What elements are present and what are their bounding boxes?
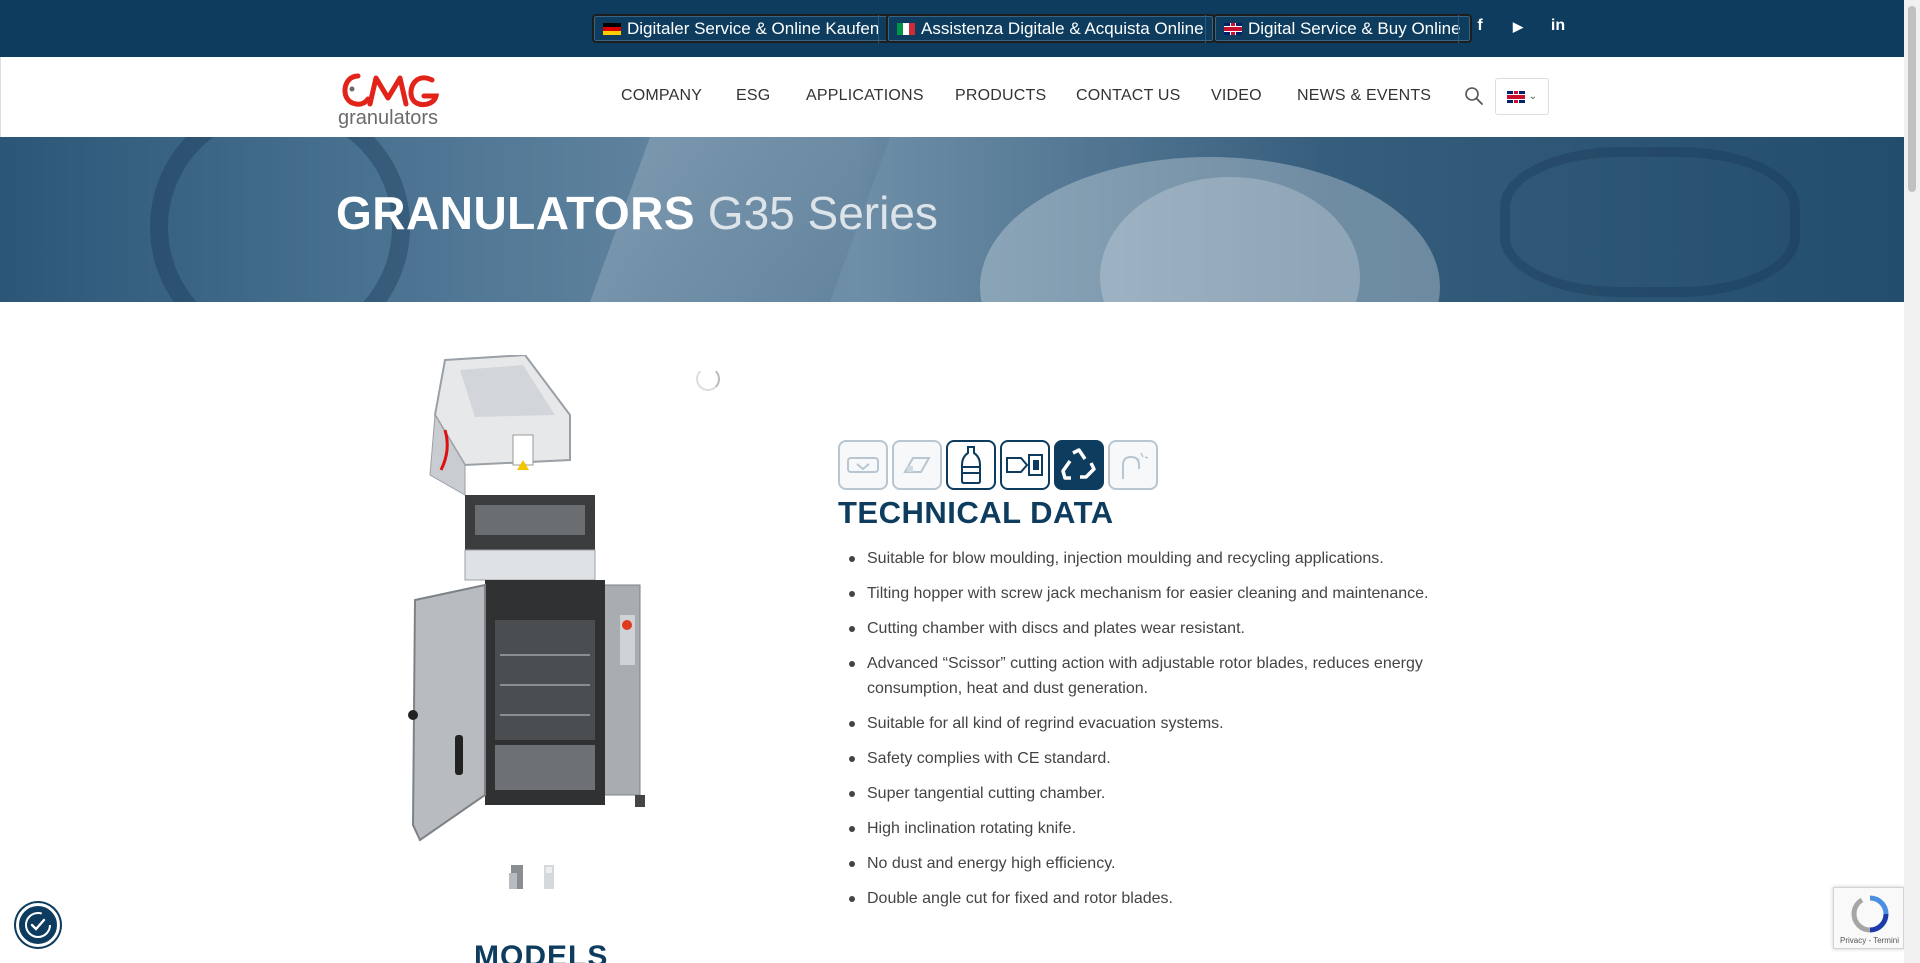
extrusion-icon[interactable] [892,440,942,490]
italy-flag-icon [897,22,915,35]
germany-flag-icon [603,22,621,35]
loading-spinner-icon [696,367,720,391]
recaptcha-icon [1851,895,1889,933]
facebook-icon[interactable]: f [1469,17,1491,35]
nav-applications[interactable]: APPLICATIONS [806,87,924,105]
list-item: Suitable for blow moulding, injection mo… [838,546,1458,571]
nav-news-events[interactable]: NEWS & EVENTS [1297,87,1431,105]
list-item: Tilting hopper with screw jack mechanism… [838,581,1458,606]
italian-service-label: Assistenza Digitale & Acquista Online [921,18,1204,38]
scrollbar[interactable] [1904,0,1920,963]
cable-icon[interactable] [1108,440,1158,490]
recaptcha-links[interactable]: Privacy - Termini [1840,936,1899,945]
list-item: Safety complies with CE standard. [838,746,1458,771]
list-item: No dust and energy high efficiency. [838,851,1458,876]
features-list: Suitable for blow moulding, injection mo… [838,546,1458,921]
nav-products[interactable]: PRODUCTS [955,87,1046,105]
uk-flag-icon [1506,90,1525,103]
thermoforming-icon[interactable] [838,440,888,490]
accessibility-button[interactable] [16,903,60,947]
nav-video[interactable]: VIDEO [1211,87,1262,105]
main-header [0,57,1904,137]
blow-moulding-icon[interactable] [946,440,996,490]
list-item: Double angle cut for fixed and rotor bla… [838,886,1458,911]
technical-data-title: TECHNICAL DATA [838,495,1114,530]
hero-banner [0,137,1904,302]
scrollbar-thumb[interactable] [1908,6,1916,192]
list-item: Suitable for all kind of regrind evacuat… [838,711,1458,736]
granulator-product-image[interactable] [405,355,675,850]
german-service-label: Digitaler Service & Online Kaufen [627,18,880,38]
english-service-label: Digital Service & Buy Online [1248,18,1461,38]
models-title: MODELS [474,940,609,963]
uk-flag-icon [1224,22,1242,35]
italian-service-button[interactable]: Assistenza Digitale & Acquista Online [886,14,1215,43]
divider [878,15,879,43]
list-item: Cutting chamber with discs and plates we… [838,616,1458,641]
cmg-logo[interactable]: granulators [336,68,456,129]
page-title-series: G35 Series [707,187,938,239]
thumbnail-closed[interactable] [540,863,558,891]
page-title-strong: GRANULATORS [336,187,696,239]
nav-company[interactable]: COMPANY [621,87,702,105]
svg-text:granulators: granulators [338,107,438,128]
top-bar: Digitaler Service & Online Kaufen Assist… [0,0,1904,57]
nav-esg[interactable]: ESG [736,87,770,105]
chevron-down-icon: ⌄ [1528,91,1538,102]
list-item: High inclination rotating knife. [838,816,1458,841]
list-item: Advanced “Scissor” cutting action with a… [838,651,1458,701]
recycling-icon[interactable] [1054,440,1104,490]
language-selector[interactable]: ⌄ [1495,78,1549,115]
recaptcha-badge[interactable]: Privacy - Termini [1833,887,1904,949]
youtube-icon[interactable]: ▶ [1507,19,1529,35]
search-icon[interactable] [1464,86,1484,106]
divider [1458,15,1459,43]
page-title: GRANULATORS G35 Series [336,186,938,240]
nav-contact-us[interactable]: CONTACT US [1076,87,1181,105]
linkedin-icon[interactable]: in [1547,17,1569,35]
injection-moulding-icon[interactable] [1000,440,1050,490]
divider [1205,15,1206,43]
english-service-button[interactable]: Digital Service & Buy Online [1213,14,1472,43]
list-item: Super tangential cutting chamber. [838,781,1458,806]
accessibility-icon [25,912,51,938]
german-service-button[interactable]: Digitaler Service & Online Kaufen [592,14,891,43]
cmg-logo-icon: granulators [338,73,440,129]
application-icons [838,440,1158,490]
thumbnail-open[interactable] [508,863,526,891]
